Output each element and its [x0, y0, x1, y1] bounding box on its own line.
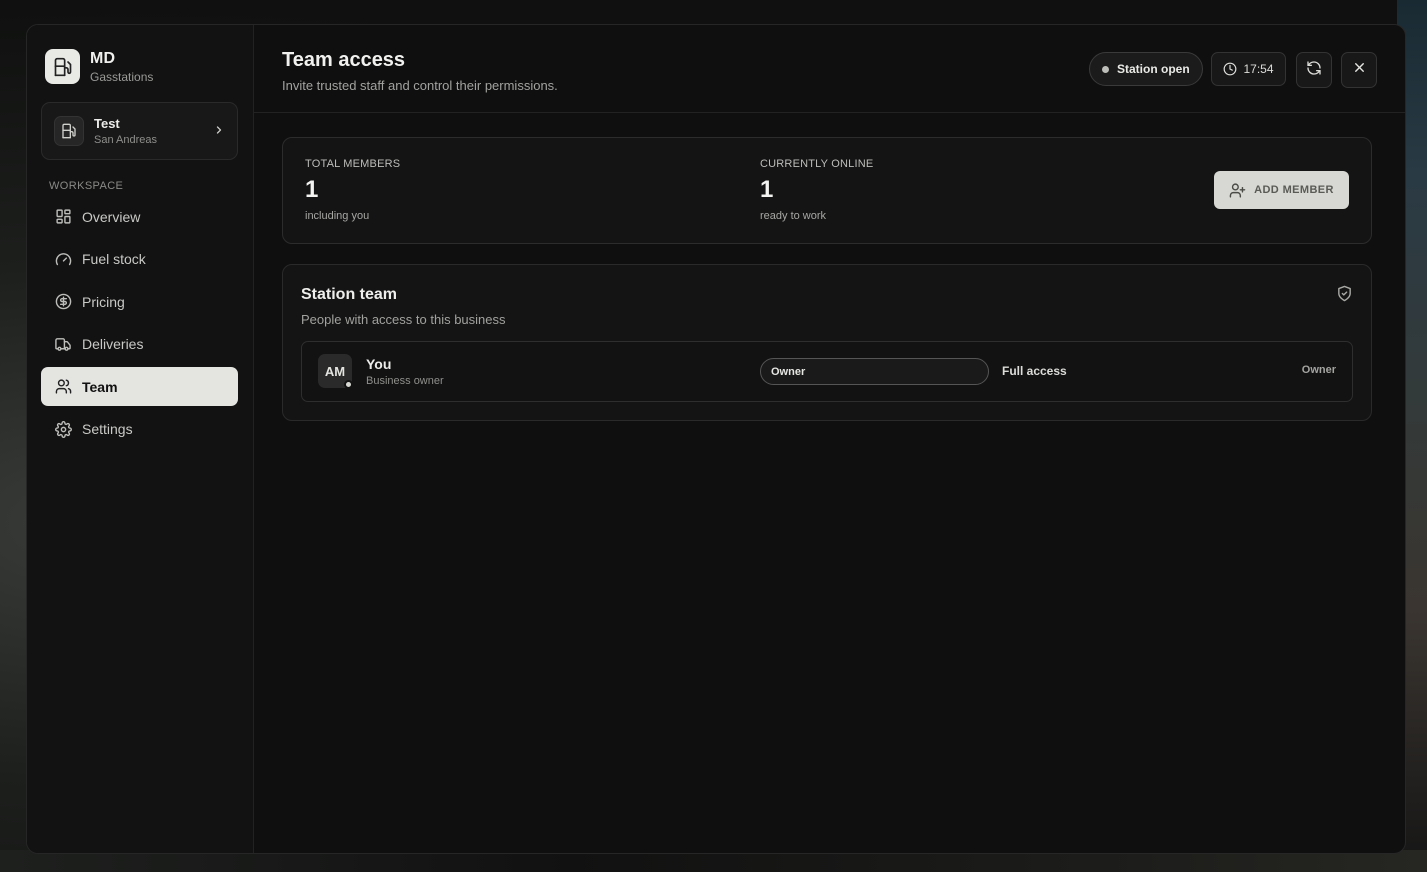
member-row[interactable]: AM You Business owner Owner Full access …	[301, 341, 1353, 402]
sidebar-item-team[interactable]: Team	[41, 367, 238, 406]
add-member-label: ADD MEMBER	[1254, 184, 1334, 196]
sidebar-item-overview[interactable]: Overview	[41, 197, 238, 236]
stat-value: 1	[305, 176, 319, 203]
gear-icon	[54, 420, 72, 438]
dollar-icon	[54, 293, 72, 311]
gauge-icon	[54, 250, 72, 268]
member-name: You	[366, 356, 392, 372]
stat-currently-online: CURRENTLY ONLINE 1 ready to work	[760, 158, 873, 222]
close-icon	[1352, 60, 1367, 80]
team-card-subtitle: People with access to this business	[301, 312, 506, 327]
stats-card: TOTAL MEMBERS 1 including you CURRENTLY …	[282, 137, 1372, 244]
stat-value: 1	[760, 176, 774, 203]
refresh-icon	[1306, 60, 1322, 81]
users-icon	[54, 378, 72, 396]
refresh-button[interactable]	[1296, 52, 1332, 88]
clock-display: 17:54	[1211, 52, 1286, 86]
access-level: Full access	[1002, 364, 1067, 378]
app-window: MD Gasstations Test San Andreas WORKSPAC…	[26, 24, 1406, 854]
sidebar-nav: Overview Fuel stock Pricing Deliveries T…	[41, 197, 238, 452]
sidebar-item-label: Pricing	[82, 293, 125, 310]
sidebar-item-settings[interactable]: Settings	[41, 410, 238, 449]
fuel-pump-icon	[54, 116, 84, 146]
sidebar-section-label: WORKSPACE	[49, 180, 124, 192]
content-area: TOTAL MEMBERS 1 including you CURRENTLY …	[282, 137, 1372, 421]
stat-total-members: TOTAL MEMBERS 1 including you	[305, 158, 400, 222]
chevron-right-icon	[213, 123, 225, 139]
station-status-badge[interactable]: Station open	[1089, 52, 1203, 86]
fuel-pump-logo-icon	[45, 49, 80, 84]
grid-icon	[54, 208, 72, 226]
page-subtitle: Invite trusted staff and control their p…	[282, 78, 558, 93]
sidebar-item-label: Deliveries	[82, 336, 144, 352]
role-select[interactable]: Owner	[760, 358, 989, 385]
main-panel: Team access Invite trusted staff and con…	[254, 25, 1405, 853]
sidebar-item-label: Fuel stock	[82, 251, 146, 267]
user-plus-icon	[1229, 182, 1246, 199]
member-role: Business owner	[366, 375, 444, 387]
sidebar: MD Gasstations Test San Andreas WORKSPAC…	[27, 25, 254, 853]
role-tag: Owner	[1301, 364, 1336, 376]
station-location: San Andreas	[94, 134, 157, 146]
sidebar-item-pricing[interactable]: Pricing	[41, 282, 238, 321]
station-status-label: Station open	[1117, 62, 1190, 76]
add-member-button[interactable]: ADD MEMBER	[1214, 171, 1349, 209]
page-title: Team access	[282, 49, 406, 71]
clock-time: 17:54	[1243, 62, 1274, 76]
topbar: Team access Invite trusted staff and con…	[254, 25, 1405, 113]
sidebar-item-label: Team	[82, 378, 118, 395]
sidebar-item-fuel-stock[interactable]: Fuel stock	[41, 240, 238, 279]
stat-label: TOTAL MEMBERS	[305, 158, 401, 170]
team-card: Station team People with access to this …	[282, 264, 1372, 421]
stat-note: including you	[305, 210, 370, 222]
truck-icon	[54, 335, 72, 353]
clock-icon	[1223, 62, 1237, 76]
sidebar-item-label: Overview	[82, 208, 141, 225]
brand-subtitle: Gasstations	[90, 69, 154, 84]
stat-note: ready to work	[760, 210, 827, 222]
stat-label: CURRENTLY ONLINE	[760, 158, 874, 170]
shield-check-icon	[1336, 285, 1353, 307]
status-dot-icon	[1102, 65, 1109, 73]
brand: MD Gasstations	[45, 49, 153, 84]
online-status-dot-icon	[344, 380, 353, 389]
station-name: Test	[94, 116, 120, 131]
station-switcher[interactable]: Test San Andreas	[41, 102, 238, 160]
brand-title: MD	[90, 49, 116, 67]
close-button[interactable]	[1341, 52, 1377, 88]
sidebar-item-deliveries[interactable]: Deliveries	[41, 325, 238, 364]
sidebar-item-label: Settings	[82, 421, 133, 437]
team-card-title: Station team	[301, 286, 398, 303]
